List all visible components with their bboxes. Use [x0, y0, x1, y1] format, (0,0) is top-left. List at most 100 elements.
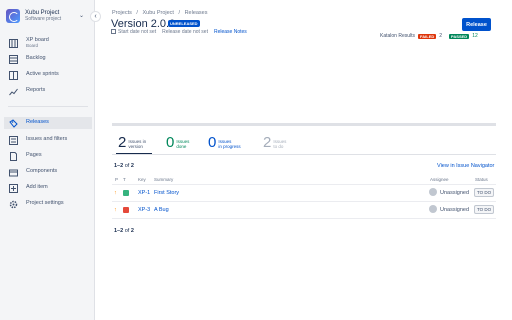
result-count-bottom: 1–2 of 2 — [114, 228, 134, 234]
sidebar-item-label: Active sprints — [26, 71, 59, 78]
sidebar-item-label: Pages — [26, 152, 42, 159]
table-row[interactable]: ↑ XP-1 First Story Unassigned TO DO — [112, 187, 496, 201]
passed-badge[interactable]: PASSED — [449, 33, 470, 39]
release-notes-link[interactable]: Release Notes — [214, 29, 247, 35]
main-content: Projects / Xubu Project / Releases Versi… — [95, 0, 512, 320]
assignee: Unassigned — [440, 207, 470, 213]
breadcrumb-projects[interactable]: Projects — [112, 10, 132, 16]
failed-badge[interactable]: FAILED — [418, 33, 437, 39]
calendar-icon — [111, 29, 116, 35]
stat-number: 2 — [118, 134, 127, 151]
sprints-icon — [8, 70, 18, 80]
pages-icon — [8, 151, 18, 161]
components-icon — [8, 167, 18, 177]
column-header-key: Key — [138, 177, 146, 182]
priority-high-icon: ↑ — [114, 207, 117, 213]
column-header-summary: Summary — [154, 177, 174, 182]
issues-icon — [8, 135, 18, 145]
stat-issues-in-progress[interactable]: 0 Issues in progress — [208, 134, 241, 150]
failed-count: 2 — [439, 33, 443, 39]
count-range: 1–2 — [114, 163, 124, 169]
breadcrumb-separator: / — [178, 10, 181, 16]
progress-bar — [112, 123, 496, 126]
sidebar-item-pages[interactable]: Pages — [8, 150, 90, 162]
chevron-down-icon[interactable]: ⌄ — [79, 12, 84, 19]
status-badge: UNRELEASED — [168, 20, 200, 27]
sidebar-item-issues-and-filters[interactable]: Issues and filters — [8, 134, 90, 146]
sidebar-item-sublabel: Board — [26, 43, 39, 48]
breadcrumb: Projects / Xubu Project / Releases — [112, 10, 208, 16]
row-divider — [112, 218, 496, 219]
katalon-results: Katalon Results FAILED 2 PASSED 12 — [380, 33, 478, 39]
releases-icon — [8, 118, 18, 128]
breadcrumb-project[interactable]: Xubu Project — [142, 10, 174, 16]
project-switcher[interactable]: Xubu Project Software project ⌄ — [4, 5, 90, 27]
stat-number: 0 — [208, 134, 217, 151]
sidebar-item-active-sprints[interactable]: Active sprints — [8, 69, 90, 81]
issue-key[interactable]: XP-3 — [138, 207, 150, 213]
backlog-icon — [8, 54, 18, 64]
breadcrumb-separator: / — [136, 10, 138, 16]
version-meta: Start date not set Release date not set … — [111, 29, 247, 35]
sidebar: Xubu Project Software project ⌄ XP board… — [0, 0, 95, 320]
sidebar-item-label: Add item — [26, 184, 48, 191]
issue-summary[interactable]: First Story — [154, 190, 179, 196]
sidebar-item-releases[interactable]: Releases — [4, 117, 92, 129]
sidebar-item-label: Issues and filters — [26, 136, 68, 143]
count-of: of — [124, 163, 130, 169]
collapse-sidebar-button[interactable]: ‹ — [90, 11, 101, 22]
stat-label: in progress — [218, 144, 241, 149]
table-header-divider — [112, 184, 496, 185]
release-date: Release date not set — [162, 29, 208, 35]
table-row[interactable]: ↑ XP-3 A Bug Unassigned TO DO — [112, 204, 496, 218]
divider — [112, 154, 496, 155]
sidebar-item-label: Releases — [26, 119, 49, 126]
board-icon — [8, 38, 18, 48]
sidebar-item-label: XP board — [26, 36, 49, 43]
column-header-type: T — [123, 177, 126, 182]
column-header-status: Status — [475, 177, 488, 182]
reports-icon — [8, 86, 18, 96]
issue-stats: 2 Issues in version 0 Issues done 0 Issues… — [112, 134, 496, 154]
story-icon — [123, 190, 129, 196]
row-divider — [112, 201, 496, 202]
sidebar-item-xp-board[interactable]: XP board Board — [8, 37, 90, 49]
stat-issues-in-version[interactable]: 2 Issues in version — [118, 134, 146, 150]
katalon-label: Katalon Results — [380, 33, 416, 39]
start-date: Start date not set — [118, 29, 157, 35]
sidebar-item-project-settings[interactable]: Project settings — [8, 198, 90, 210]
assignee: Unassigned — [440, 190, 470, 196]
count-total: 2 — [130, 163, 134, 169]
stat-label: version — [128, 144, 143, 149]
stat-number: 2 — [263, 134, 272, 151]
issue-key[interactable]: XP-1 — [138, 190, 150, 196]
count-of: of — [124, 228, 130, 234]
stat-label: to do — [273, 144, 284, 149]
issue-summary[interactable]: A Bug — [154, 207, 169, 213]
view-in-issue-navigator-link[interactable]: View in Issue Navigator — [437, 163, 494, 169]
sidebar-item-backlog[interactable]: Backlog — [8, 53, 90, 65]
sidebar-item-add-item[interactable]: Add item — [8, 182, 90, 194]
settings-icon — [8, 199, 18, 209]
passed-count: 12 — [472, 33, 478, 39]
status-badge[interactable]: TO DO — [474, 188, 495, 197]
column-header-priority: P — [115, 177, 119, 182]
release-button[interactable]: Release — [462, 18, 491, 31]
priority-high-icon: ↑ — [114, 190, 117, 196]
breadcrumb-releases[interactable]: Releases — [185, 10, 208, 16]
count-range: 1–2 — [114, 228, 124, 234]
status-badge[interactable]: TO DO — [474, 205, 495, 214]
sidebar-item-reports[interactable]: Reports — [8, 85, 90, 97]
project-avatar-icon — [6, 9, 20, 23]
stat-label: done — [176, 144, 187, 149]
stat-issues-done[interactable]: 0 Issues done — [166, 134, 189, 150]
sidebar-item-label: Components — [26, 168, 58, 175]
app: Xubu Project Software project ⌄ XP board… — [0, 0, 512, 320]
sidebar-item-components[interactable]: Components — [8, 166, 90, 178]
count-total: 2 — [130, 228, 134, 234]
sidebar-item-label: Backlog — [26, 55, 46, 62]
avatar-icon — [429, 188, 437, 196]
stat-issues-to-do[interactable]: 2 Issues to do — [263, 134, 286, 150]
add-icon — [8, 183, 18, 193]
bug-icon — [123, 207, 129, 213]
